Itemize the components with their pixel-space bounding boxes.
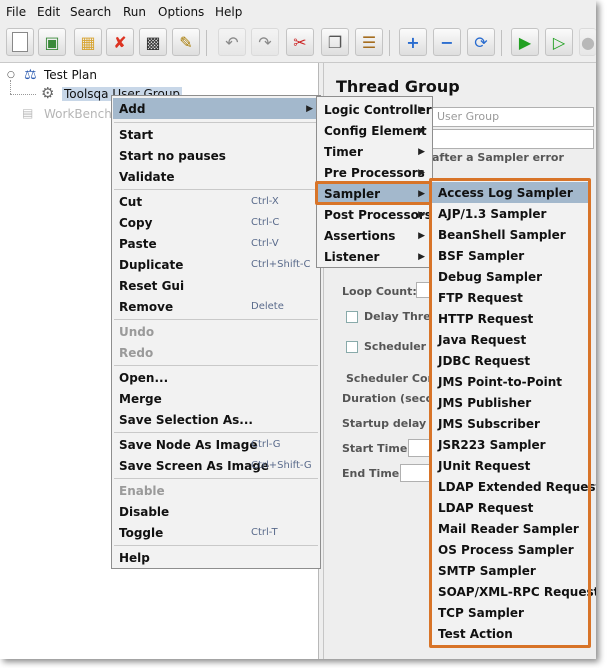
menu-item-undo: Undo [119,324,155,339]
submenu-arrow-icon: ▶ [418,146,425,157]
paste-icon[interactable]: ☰ [355,28,383,56]
new-icon[interactable] [6,28,34,56]
submenu-arrow-icon: ▶ [418,209,425,220]
redo-icon[interactable]: ↷ [251,28,279,56]
menu-item-open[interactable]: Open... [113,367,319,388]
menu-options[interactable]: Options [158,5,204,19]
menu-item-save-selection[interactable]: Save Selection As... [113,409,319,430]
loop-count-label: Loop Count: [342,285,417,298]
close-icon[interactable]: ✘ [106,28,134,56]
after-error-label: after a Sampler error [432,151,564,164]
menu-run[interactable]: Run [123,5,146,19]
menu-edit[interactable]: Edit [37,5,60,19]
delay-thread-checkbox[interactable] [346,311,358,323]
copy-icon[interactable]: ❐ [321,28,349,56]
tree-node-workbench[interactable]: WorkBench [44,107,112,121]
tree-expander-icon[interactable]: ○ [7,70,15,80]
menu-item-add[interactable]: Add ▶ [113,98,319,119]
menu-item-config-element[interactable]: Config Element ▶ [318,120,431,141]
expand-icon[interactable]: + [399,28,427,56]
name-field[interactable]: User Group [432,107,594,127]
end-time-field[interactable] [400,464,432,482]
menu-item-remove[interactable]: Remove Delete [113,296,319,317]
menu-item-start[interactable]: Start [113,124,319,145]
duration-label: Duration (secon [342,392,441,405]
menu-item-enable: Enable [119,483,165,498]
menu-bar: File Edit Search Run Options Help [0,0,596,24]
startup-delay-label: Startup delay (s [342,417,442,430]
sampler-list-callout [429,178,591,648]
test-plan-icon: ⚖ [24,67,37,83]
submenu-arrow-icon: ▶ [418,167,425,178]
undo-icon[interactable]: ↶ [218,28,246,56]
menu-file[interactable]: File [6,5,26,19]
menu-item-copy[interactable]: Copy Ctrl-C [113,212,319,233]
submenu-arrow-icon: ▶ [306,103,313,114]
menu-item-save-screen-image[interactable]: Save Screen As Image Ctrl+Shift-G [113,455,319,476]
scheduler-checkbox[interactable] [346,341,358,353]
open-icon[interactable]: ▦ [74,28,102,56]
menu-item-paste[interactable]: Paste Ctrl-V [113,233,319,254]
start-time-label: Start Time [342,442,408,455]
thread-group-gear-icon: ⚙ [41,84,55,102]
save-icon[interactable]: ▩ [139,28,167,56]
menu-item-timer[interactable]: Timer ▶ [318,141,431,162]
menu-item-merge[interactable]: Merge [113,388,319,409]
menu-item-pre-processors[interactable]: Pre Processors ▶ [318,162,431,183]
submenu-arrow-icon: ▶ [418,125,425,136]
scheduler-config-label: Scheduler Con [346,372,436,385]
start-icon[interactable]: ▶ [511,28,539,56]
tree-node-test-plan[interactable]: Test Plan [44,68,97,82]
menu-item-validate[interactable]: Validate [113,166,319,187]
menu-item-toggle[interactable]: Toggle Ctrl-T [113,522,319,543]
sampler-callout [315,181,434,205]
workbench-icon: ▤ [22,106,34,120]
menu-item-redo: Redo [119,345,154,360]
menu-item-help[interactable]: Help [113,547,319,568]
menu-item-duplicate[interactable]: Duplicate Ctrl+Shift-C [113,254,319,275]
toolbar: ▣ ▦ ✘ ▩ ✎ ↶ ↷ ✂ ❐ ☰ + − ⟳ ▶ ▷ ● [0,24,596,63]
menu-item-reset-gui[interactable]: Reset Gui [113,275,319,296]
comments-field[interactable] [432,129,594,149]
menu-help[interactable]: Help [215,5,242,19]
menu-search[interactable]: Search [70,5,111,19]
context-menu: Add ▶ Start Start no pauses Validate Cut C… [111,95,321,569]
menu-item-save-node-image[interactable]: Save Node As Image Ctrl-G [113,434,319,455]
delay-thread-label: Delay Threa [364,310,439,323]
toggle-icon[interactable]: ⟳ [467,28,495,56]
menu-item-listener[interactable]: Listener ▶ [318,246,431,267]
submenu-arrow-icon: ▶ [418,104,425,115]
menu-item-assertions[interactable]: Assertions ▶ [318,225,431,246]
templates-icon[interactable]: ▣ [38,28,66,56]
submenu-arrow-icon: ▶ [418,251,425,262]
menu-item-disable[interactable]: Disable [113,501,319,522]
panel-title: Thread Group [336,77,460,96]
end-time-label: End Time [342,467,400,480]
menu-item-logic-controller[interactable]: Logic Controller ▶ [318,99,432,120]
menu-item-start-no-pauses[interactable]: Start no pauses [113,145,319,166]
menu-item-post-processors[interactable]: Post Processors ▶ [318,204,432,225]
menu-item-cut[interactable]: Cut Ctrl-X [113,191,319,212]
edit-icon[interactable]: ✎ [172,28,200,56]
stop-icon[interactable]: ● [579,28,596,56]
collapse-icon[interactable]: − [433,28,461,56]
jmeter-window: File Edit Search Run Options Help ▣ ▦ ✘ … [0,0,596,659]
start-no-pause-icon[interactable]: ▷ [545,28,573,56]
submenu-arrow-icon: ▶ [418,230,425,241]
cut-icon[interactable]: ✂ [286,28,314,56]
scheduler-label: Scheduler [364,340,427,353]
